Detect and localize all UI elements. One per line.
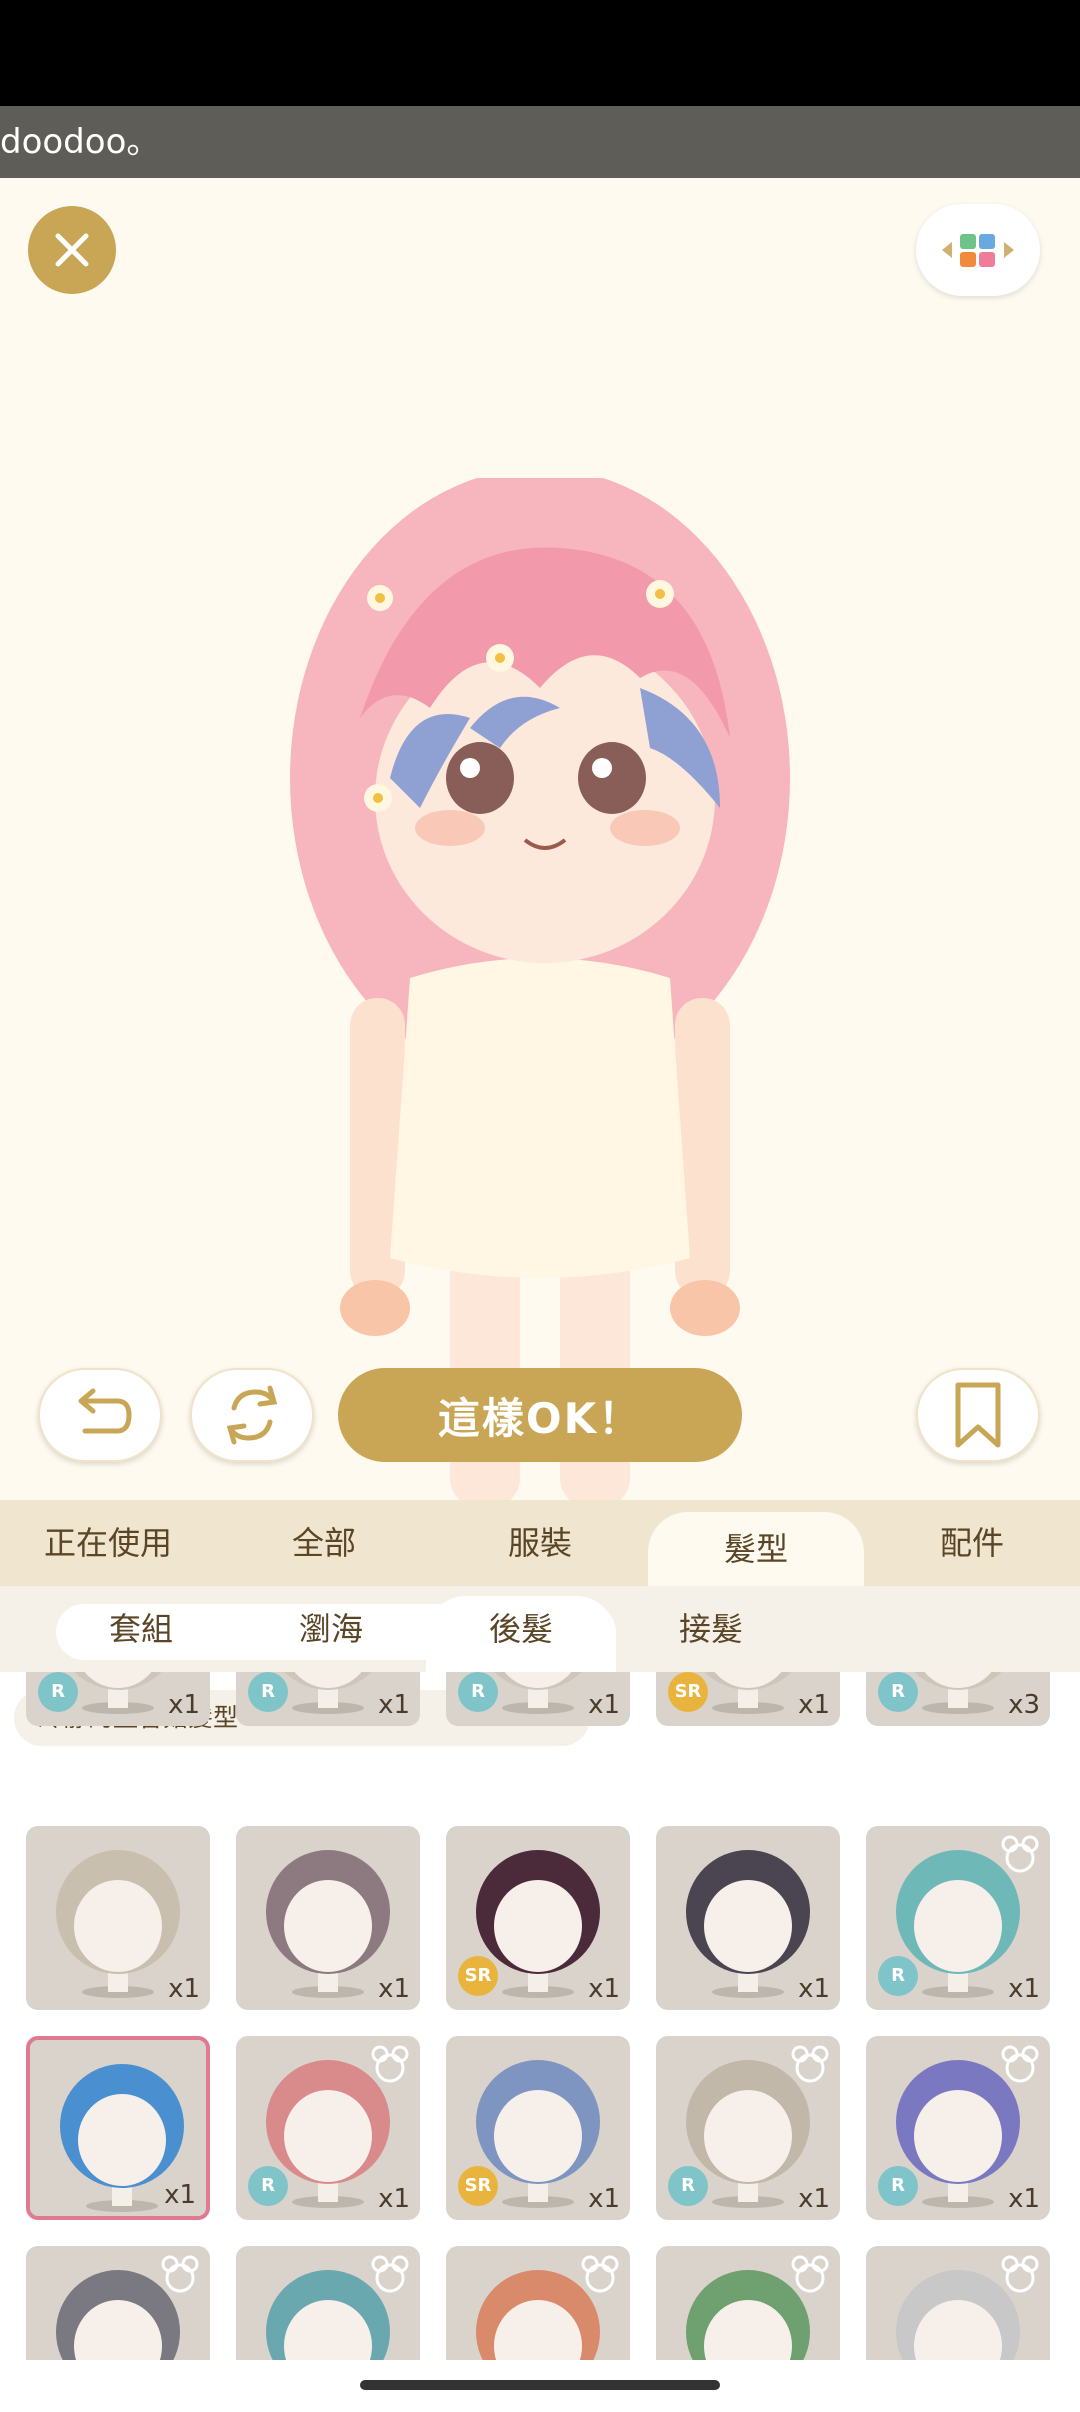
tab-accessories[interactable]: 配件	[864, 1500, 1080, 1586]
hairstyle-item[interactable]	[236, 2246, 420, 2360]
confirm-ok-button[interactable]: 這樣OK！	[338, 1368, 742, 1462]
avatar-stage: 這樣OK！	[0, 178, 1080, 1500]
hairstyle-item[interactable]: SR x1	[446, 1826, 630, 2010]
status-bar	[0, 0, 1080, 106]
item-count: x1	[164, 2180, 196, 2210]
item-count: x1	[1008, 2184, 1040, 2214]
avatar-character	[290, 478, 790, 1500]
hairstyle-item[interactable]: SR x1	[446, 2036, 630, 2220]
item-count: x1	[588, 1974, 620, 2004]
rarity-badge: R	[248, 2166, 288, 2206]
tab-in-use[interactable]: 正在使用	[0, 1500, 216, 1586]
bear-icon	[1001, 1835, 1039, 1873]
item-count: x1	[378, 2184, 410, 2214]
hairstyle-item[interactable]: Rx1	[656, 2036, 840, 2220]
item-count: x1	[168, 1690, 200, 1720]
rarity-badge: R	[38, 1672, 78, 1712]
hairstyle-item[interactable]	[26, 2246, 210, 2360]
bear-icon	[791, 2255, 829, 2293]
sub-tab-set[interactable]: 套組	[46, 1586, 236, 1672]
bear-icon	[371, 2255, 409, 2293]
bear-icon	[581, 2255, 619, 2293]
rarity-badge: R	[458, 1672, 498, 1712]
hairstyle-item[interactable]: x1	[656, 1826, 840, 2010]
hairstyle-item[interactable]: Rx1	[236, 2036, 420, 2220]
sub-tab-extensions[interactable]: 接髮	[616, 1586, 806, 1672]
hairstyle-item[interactable]: Rx1	[26, 1672, 210, 1726]
tab-clothing[interactable]: 服裝	[432, 1500, 648, 1586]
rarity-badge: SR	[458, 2166, 498, 2206]
refresh-icon	[226, 1385, 278, 1445]
bear-icon	[371, 2045, 409, 2083]
hairstyle-item[interactable]	[656, 2246, 840, 2360]
rarity-badge: R	[248, 1672, 288, 1712]
item-count: x1	[378, 1690, 410, 1720]
undo-icon	[78, 1388, 132, 1434]
item-list: 冷靜的藍香菇髮型 Rx1Rx1Rx1SRx1Rx3x1x1SRx1x1Rx1x1…	[0, 1672, 1080, 2360]
view-toggle-button[interactable]	[916, 204, 1040, 296]
bear-icon	[1001, 2255, 1039, 2293]
undo-button[interactable]	[38, 1368, 162, 1462]
item-count: x1	[1008, 1974, 1040, 2004]
sub-tab-bangs[interactable]: 瀏海	[236, 1586, 426, 1672]
reset-button[interactable]	[190, 1368, 314, 1462]
category-tabs: 正在使用 全部 服裝 髮型 配件	[0, 1500, 1080, 1586]
sub-tab-back-hair[interactable]: 後髮	[426, 1596, 616, 1672]
item-count: x1	[588, 2184, 620, 2214]
item-count: x1	[588, 1690, 620, 1720]
close-icon	[55, 233, 89, 267]
rarity-badge: R	[878, 2166, 918, 2206]
item-count: x3	[1008, 1690, 1040, 1720]
rarity-badge: R	[668, 2166, 708, 2206]
close-button[interactable]	[28, 206, 116, 294]
hairstyle-item[interactable]: x1	[236, 1826, 420, 2010]
hairstyle-item[interactable]: Rx1	[866, 2036, 1050, 2220]
hairstyle-item[interactable]	[866, 2246, 1050, 2360]
tab-hairstyle[interactable]: 髮型	[648, 1512, 864, 1586]
item-count: x1	[798, 1690, 830, 1720]
item-count: x1	[798, 2184, 830, 2214]
hairstyle-item[interactable]: x1	[26, 1826, 210, 2010]
rarity-badge: SR	[458, 1956, 498, 1996]
hairstyle-item[interactable]: SR x1	[656, 1672, 840, 1726]
home-indicator[interactable]	[360, 2380, 720, 2390]
hairstyle-item[interactable]: x1	[26, 2036, 210, 2220]
hairstyle-item[interactable]: Rx3	[866, 1672, 1050, 1726]
bear-icon	[791, 2045, 829, 2083]
bookmark-icon	[955, 1382, 1001, 1448]
hairstyle-item[interactable]: Rx1	[446, 1672, 630, 1726]
item-count: x1	[168, 1974, 200, 2004]
hairstyle-item[interactable]: Rx1	[866, 1826, 1050, 2010]
rarity-badge: R	[878, 1956, 918, 1996]
hairstyle-item[interactable]: Rx1	[236, 1672, 420, 1726]
hair-sub-tabs: 套組 瀏海 後髮 接髮	[0, 1586, 1080, 1672]
item-count: x1	[798, 1974, 830, 2004]
grid-toggle-icon	[942, 234, 1014, 267]
item-count: x1	[378, 1974, 410, 2004]
bookmark-button[interactable]	[916, 1368, 1040, 1462]
hairstyle-item[interactable]	[446, 2246, 630, 2360]
rarity-badge: SR	[668, 1672, 708, 1712]
bear-icon	[161, 2255, 199, 2293]
rarity-badge: R	[878, 1672, 918, 1712]
tab-all[interactable]: 全部	[216, 1500, 432, 1586]
toast-message: doodoo。	[0, 106, 1080, 178]
bear-icon	[1001, 2045, 1039, 2083]
